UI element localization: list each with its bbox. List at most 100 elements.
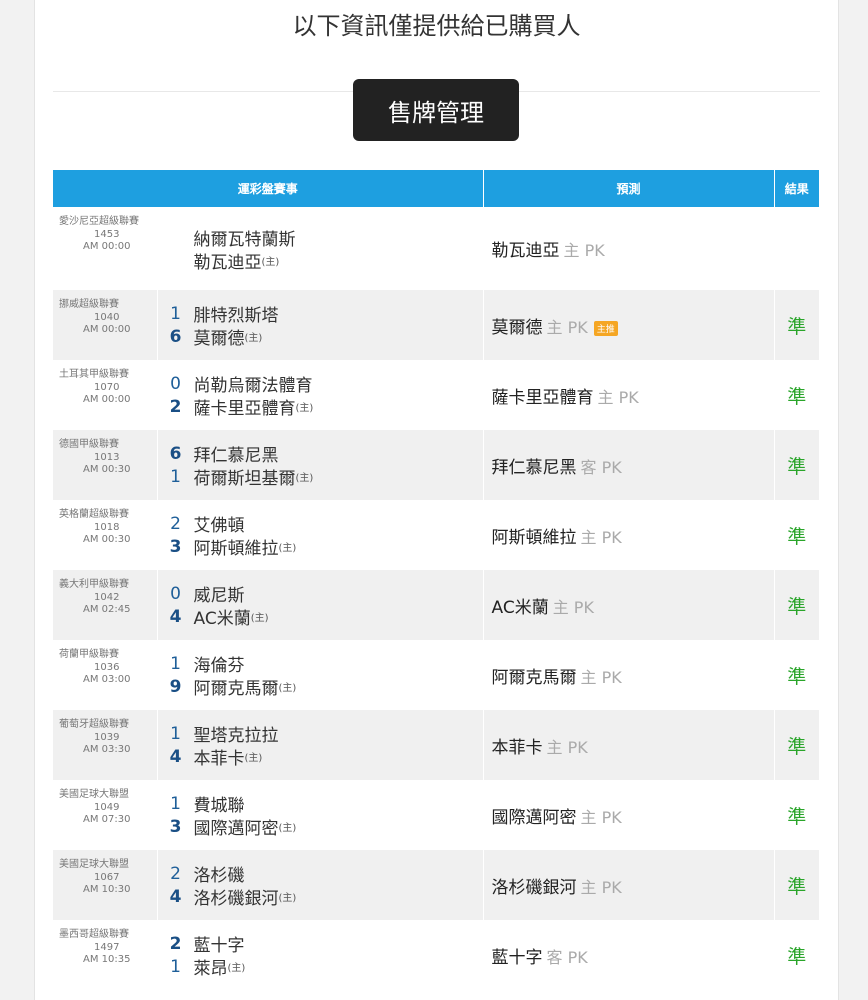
league-name: 葡萄牙超級聯賽 <box>59 719 129 730</box>
header-event: 運彩盤賽事 <box>53 170 484 207</box>
table-row[interactable]: 墨西哥超級聯賽 1497 AM 10:35 2 藍十字 1 萊昂 (主) 藍十字客 PK 準 <box>53 920 820 990</box>
prediction-team: 薩卡里亞體育 <box>491 387 594 408</box>
prediction-cell: AC米蘭主 PK <box>483 570 775 640</box>
away-team-line: 1 腓特烈斯塔 <box>158 301 483 327</box>
host-mark: (主) <box>278 823 297 834</box>
game-time: AM 10:30 <box>83 884 131 895</box>
host-mark: (主) <box>278 683 297 694</box>
prediction-side: 主 PK <box>580 877 622 897</box>
home-team-line: 4 洛杉磯銀河 (主) <box>158 884 483 910</box>
home-score: 1 <box>170 956 181 977</box>
home-team[interactable]: 本菲卡 <box>194 744 245 769</box>
league-name: 英格蘭超級聯賽 <box>59 509 129 520</box>
away-team[interactable]: 洛杉磯 <box>194 861 245 886</box>
away-team[interactable]: 尚勒烏爾法體育 <box>194 371 313 396</box>
teams-cell: 0 威尼斯 4 AC米蘭 (主) <box>157 570 484 640</box>
home-team[interactable]: 薩卡里亞體育 <box>194 394 296 419</box>
home-team-line: 3 阿斯頓維拉 (主) <box>158 534 483 560</box>
table-row[interactable]: 葡萄牙超級聯賽 1039 AM 03:30 1 聖塔克拉拉 4 本菲卡 (主) 本菲卡主 PK 準 <box>53 710 820 780</box>
game-number: 1039 <box>94 732 120 743</box>
result-cell: 準 <box>774 430 820 500</box>
section-title-button[interactable]: 售牌管理 <box>353 79 519 141</box>
home-team[interactable]: 荷爾斯坦基爾 <box>194 464 296 489</box>
prediction-cell: 藍十字客 PK <box>483 920 775 990</box>
table-row[interactable]: 德國甲級聯賽 1013 AM 00:30 6 拜仁慕尼黑 1 荷爾斯坦基爾 (主) 拜仁慕尼黑客… <box>53 430 820 500</box>
prediction-cell: 阿爾克馬爾主 PK <box>483 640 775 710</box>
home-team-line: 4 AC米蘭 (主) <box>158 604 483 630</box>
game-time: AM 00:30 <box>83 464 131 475</box>
prediction-side: 主 PK <box>552 597 594 617</box>
prediction-cell: 阿斯頓維拉主 PK <box>483 500 775 570</box>
prediction-team: 拜仁慕尼黑 <box>491 457 577 478</box>
table-row[interactable]: 愛沙尼亞超級聯賽 1453 AM 00:00 納爾瓦特蘭斯 勒瓦迪亞 (主) 勒瓦迪亞主 P… <box>53 207 820 290</box>
home-team-line: 3 國際邁阿密 (主) <box>158 814 483 840</box>
game-time: AM 03:30 <box>83 744 131 755</box>
table-row[interactable]: 美國足球大聯盟 1049 AM 07:30 1 費城聯 3 國際邁阿密 (主) 國際邁阿密主 P… <box>53 780 820 850</box>
table-row[interactable]: 挪威超級聯賽 1040 AM 00:00 1 腓特烈斯塔 6 莫爾德 (主) 莫爾德主 PK 主推… <box>53 290 820 360</box>
away-team-line: 2 藍十字 <box>158 931 483 957</box>
away-team[interactable]: 藍十字 <box>194 931 245 956</box>
league-cell: 挪威超級聯賽 1040 AM 00:00 <box>53 290 158 360</box>
table-row[interactable]: 義大利甲級聯賽 1042 AM 02:45 0 威尼斯 4 AC米蘭 (主) AC米蘭主 PK 準 <box>53 570 820 640</box>
away-team-line: 6 拜仁慕尼黑 <box>158 441 483 467</box>
away-score: 2 <box>169 933 182 954</box>
game-number: 1049 <box>94 802 120 813</box>
league-cell: 美國足球大聯盟 1067 AM 10:30 <box>53 850 158 920</box>
games-table: 運彩盤賽事 預測 結果 愛沙尼亞超級聯賽 1453 AM 00:00 納爾瓦特蘭斯 勒瓦… <box>53 170 820 990</box>
league-cell: 德國甲級聯賽 1013 AM 00:30 <box>53 430 158 500</box>
result-cell: 準 <box>774 290 820 360</box>
away-score: 2 <box>170 513 181 534</box>
teams-cell: 1 費城聯 3 國際邁阿密 (主) <box>157 780 484 850</box>
home-team[interactable]: 萊昂 <box>194 954 228 979</box>
league-name: 荷蘭甲級聯賽 <box>59 649 119 660</box>
table-row[interactable]: 英格蘭超級聯賽 1018 AM 00:30 2 艾佛頓 3 阿斯頓維拉 (主) 阿斯頓維拉主 P… <box>53 500 820 570</box>
home-team[interactable]: 阿爾克馬爾 <box>194 674 279 699</box>
away-team[interactable]: 拜仁慕尼黑 <box>194 441 279 466</box>
away-team[interactable]: 腓特烈斯塔 <box>194 301 279 326</box>
away-team[interactable]: 艾佛頓 <box>194 511 245 536</box>
result-cell: 準 <box>774 360 820 430</box>
table-row[interactable]: 美國足球大聯盟 1067 AM 10:30 2 洛杉磯 4 洛杉磯銀河 (主) 洛杉磯銀河主 P… <box>53 850 820 920</box>
table-row[interactable]: 土耳其甲級聯賽 1070 AM 00:00 0 尚勒烏爾法體育 2 薩卡里亞體育 (主) 薩卡里… <box>53 360 820 430</box>
teams-cell: 0 尚勒烏爾法體育 2 薩卡里亞體育 (主) <box>157 360 484 430</box>
away-team[interactable]: 納爾瓦特蘭斯 <box>194 225 296 250</box>
game-time: AM 00:00 <box>83 241 131 252</box>
game-time: AM 00:00 <box>83 394 131 405</box>
away-score: 6 <box>169 443 182 464</box>
home-score: 2 <box>169 396 182 417</box>
away-team-line: 0 威尼斯 <box>158 581 483 607</box>
home-team[interactable]: 國際邁阿密 <box>194 814 279 839</box>
game-number: 1042 <box>94 592 120 603</box>
teams-cell: 1 海倫芬 9 阿爾克馬爾 (主) <box>157 640 484 710</box>
home-team[interactable]: 阿斯頓維拉 <box>194 534 279 559</box>
away-team[interactable]: 費城聯 <box>194 791 245 816</box>
game-time: AM 00:30 <box>83 534 131 545</box>
table-header-row: 運彩盤賽事 預測 結果 <box>53 170 820 207</box>
featured-pick-badge: 主推 <box>593 320 618 336</box>
league-cell: 墨西哥超級聯賽 1497 AM 10:35 <box>53 920 158 990</box>
host-mark: (主) <box>261 256 280 268</box>
prediction-cell: 國際邁阿密主 PK <box>483 780 775 850</box>
table-row[interactable]: 荷蘭甲級聯賽 1036 AM 03:00 1 海倫芬 9 阿爾克馬爾 (主) 阿爾克馬爾主 PK… <box>53 640 820 710</box>
result-cell <box>774 207 820 290</box>
home-score: 9 <box>169 676 182 697</box>
away-score: 1 <box>170 723 181 744</box>
game-number: 1013 <box>94 452 120 463</box>
host-mark: (主) <box>244 753 263 764</box>
game-number: 1497 <box>94 942 120 953</box>
home-team[interactable]: AC米蘭 <box>194 604 251 629</box>
prediction-side: 主 PK <box>563 241 605 260</box>
away-team-line: 0 尚勒烏爾法體育 <box>158 371 483 397</box>
prediction-team: 莫爾德 <box>491 317 543 338</box>
away-team[interactable]: 海倫芬 <box>194 651 245 676</box>
away-team[interactable]: 威尼斯 <box>194 581 245 606</box>
home-team[interactable]: 莫爾德 <box>194 324 245 349</box>
prediction-cell: 勒瓦迪亞主 PK <box>483 207 775 290</box>
host-mark: (主) <box>244 333 263 344</box>
home-team-line: 9 阿爾克馬爾 (主) <box>158 674 483 700</box>
teams-cell: 1 聖塔克拉拉 4 本菲卡 (主) <box>157 710 484 780</box>
home-team[interactable]: 勒瓦迪亞 <box>194 248 262 273</box>
home-team[interactable]: 洛杉磯銀河 <box>194 884 279 909</box>
away-team-line: 2 艾佛頓 <box>158 511 483 537</box>
away-team[interactable]: 聖塔克拉拉 <box>194 721 279 746</box>
